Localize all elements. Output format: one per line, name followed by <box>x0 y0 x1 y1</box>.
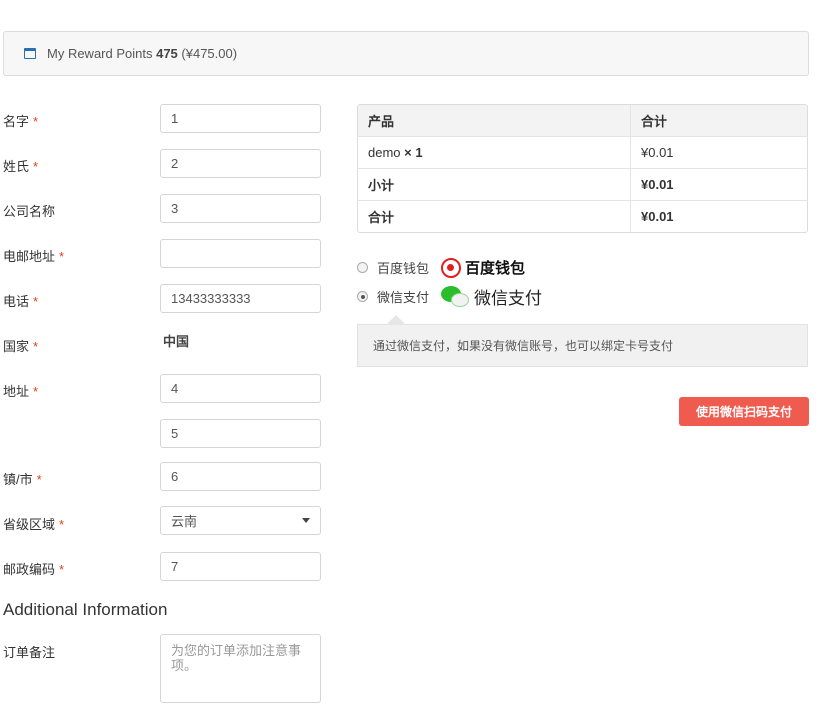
state-select[interactable]: 云南 <box>160 506 321 535</box>
chevron-down-icon <box>302 518 310 523</box>
wechat-label: 微信支付 <box>377 290 430 305</box>
order-summary-table: 产品 合计 demo × 1 ¥0.01 小计 ¥0.01 合计 ¥0.01 <box>357 104 808 233</box>
company-label: 公司名称 <box>3 204 56 219</box>
payment-description: 通过微信支付，如果没有微信账号，也可以绑定卡号支付 <box>357 315 808 367</box>
wechat-pay-button[interactable]: 使用微信扫码支付 <box>679 397 809 426</box>
subtotal-value: ¥0.01 <box>631 169 807 201</box>
product-column-header: 产品 <box>358 105 631 137</box>
total-column-header: 合计 <box>631 105 807 137</box>
last-name-input[interactable]: 2 <box>160 149 321 178</box>
baidu-radio[interactable] <box>357 262 368 273</box>
baidu-wallet-logo: 百度钱包 <box>441 257 525 278</box>
wechat-radio[interactable] <box>357 291 368 302</box>
payment-option-baidu[interactable]: 百度钱包 百度钱包 <box>357 257 525 278</box>
address-line2-input[interactable]: 5 <box>160 419 321 448</box>
country-label: 国家 * <box>3 339 39 354</box>
baidu-wallet-logo-text: 百度钱包 <box>465 260 526 277</box>
payment-option-wechat[interactable]: 微信支付 微信支付 <box>357 284 542 309</box>
city-label: 镇/市 * <box>3 472 42 487</box>
item-name-cell: demo × 1 <box>358 137 631 169</box>
wechat-pay-logo-text: 微信支付 <box>474 289 543 308</box>
company-input[interactable]: 3 <box>160 194 321 223</box>
last-name-label: 姓氏 * <box>3 159 39 174</box>
city-input[interactable]: 6 <box>160 462 321 491</box>
order-notes-label: 订单备注 <box>3 645 56 660</box>
address-label: 地址 * <box>3 384 39 399</box>
table-row: 小计 ¥0.01 <box>358 169 807 201</box>
wechat-pay-logo: 微信支付 <box>441 284 542 309</box>
first-name-input[interactable]: 1 <box>160 104 321 133</box>
postcode-label: 邮政编码 * <box>3 562 65 577</box>
subtotal-label: 小计 <box>358 169 631 201</box>
table-header-row: 产品 合计 <box>358 105 807 137</box>
phone-label: 电话 * <box>3 294 39 309</box>
additional-info-title: Additional Information <box>3 600 168 619</box>
table-row: 合计 ¥0.01 <box>358 201 807 232</box>
state-label: 省级区域 * <box>3 517 65 532</box>
total-label: 合计 <box>358 201 631 232</box>
baidu-wallet-icon <box>441 257 462 278</box>
baidu-label: 百度钱包 <box>377 261 430 276</box>
order-notes-textarea[interactable]: 为您的订单添加注意事项。 <box>160 634 321 703</box>
address-line1-input[interactable]: 4 <box>160 374 321 403</box>
reward-points-notice: My Reward Points 475 (¥475.00) <box>3 31 809 76</box>
total-value: ¥0.01 <box>641 209 674 224</box>
table-row: demo × 1 ¥0.01 <box>358 137 807 169</box>
email-input[interactable] <box>160 239 321 268</box>
postcode-input[interactable]: 7 <box>160 552 321 581</box>
window-icon <box>24 48 36 59</box>
wechat-icon <box>441 285 471 309</box>
email-label: 电邮地址 * <box>3 249 65 264</box>
phone-input[interactable]: 13433333333 <box>160 284 321 313</box>
first-name-label: 名字 * <box>3 114 39 129</box>
country-value: 中国 <box>163 334 190 349</box>
item-total-cell: ¥0.01 <box>631 137 807 169</box>
reward-points-text: My Reward Points 475 (¥475.00) <box>47 46 238 61</box>
state-select-value: 云南 <box>171 514 198 529</box>
